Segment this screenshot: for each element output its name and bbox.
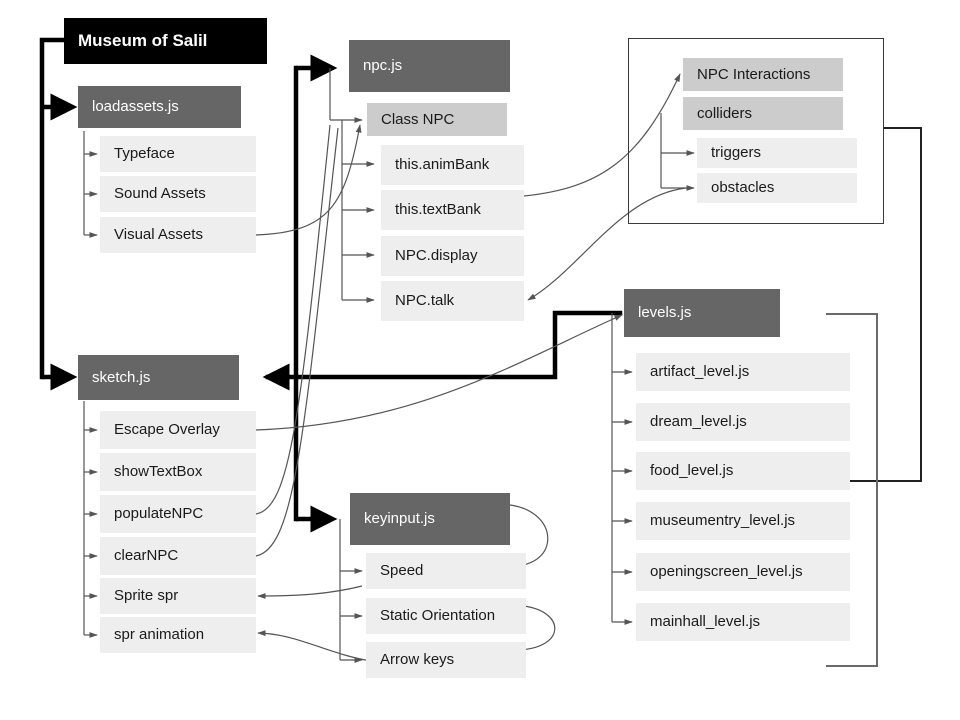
leaf-triggers-label: triggers (711, 144, 762, 162)
leaf-artifact-level-label: artifact_level.js (650, 363, 750, 381)
leaf-visual-assets-label: Visual Assets (114, 226, 203, 244)
leaf-openingscreen-level[interactable]: openingscreen_level.js (636, 553, 850, 591)
leaf-dream-level-label: dream_level.js (650, 413, 747, 431)
leaf-escape-overlay[interactable]: Escape Overlay (100, 411, 256, 449)
leaf-populatenpc[interactable]: populateNPC (100, 495, 256, 533)
leaf-npc-talk-label: NPC.talk (395, 292, 455, 310)
leaf-dream-level[interactable]: dream_level.js (636, 403, 850, 441)
leaf-sound-assets[interactable]: Sound Assets (100, 176, 256, 212)
leaf-static-orientation-label: Static Orientation (380, 607, 496, 625)
wire-loadassets-children (83, 131, 98, 238)
leaf-mainhall-level[interactable]: mainhall_level.js (636, 603, 850, 641)
leaf-artifact-level[interactable]: artifact_level.js (636, 353, 850, 391)
module-npc[interactable]: npc.js (349, 40, 510, 92)
leaf-food-level[interactable]: food_level.js (636, 452, 850, 490)
leaf-clearnpc-label: clearNPC (114, 547, 179, 565)
leaf-static-orientation[interactable]: Static Orientation (366, 598, 526, 634)
leaf-visual-assets[interactable]: Visual Assets (100, 217, 256, 253)
leaf-showtextbox[interactable]: showTextBox (100, 453, 256, 491)
module-levels[interactable]: levels.js (624, 289, 780, 337)
leaf-this-textbank[interactable]: this.textBank (381, 190, 524, 230)
leaf-escape-overlay-label: Escape Overlay (114, 421, 220, 439)
leaf-sprite-spr[interactable]: Sprite spr (100, 578, 256, 614)
submodule-npc-interactions[interactable]: NPC Interactions (683, 58, 843, 91)
leaf-obstacles-label: obstacles (711, 179, 775, 197)
submodule-colliders-label: colliders (697, 104, 753, 122)
leaf-museumentry-level-label: museumentry_level.js (650, 512, 796, 530)
leaf-showtextbox-label: showTextBox (114, 463, 203, 481)
diagram-canvas: Museum of Salil loadassets.js Typeface S… (0, 0, 960, 720)
leaf-triggers[interactable]: triggers (697, 138, 857, 168)
leaf-mainhall-level-label: mainhall_level.js (650, 613, 761, 631)
module-keyinput-label: keyinput.js (364, 510, 435, 528)
leaf-speed-label: Speed (380, 562, 424, 580)
leaf-spr-animation[interactable]: spr animation (100, 617, 256, 653)
submodule-class-npc[interactable]: Class NPC (367, 103, 507, 136)
module-keyinput[interactable]: keyinput.js (350, 493, 510, 545)
module-sketch-label: sketch.js (92, 368, 151, 386)
leaf-sound-assets-label: Sound Assets (114, 185, 206, 203)
wire-root-trunk (39, 37, 67, 380)
module-levels-label: levels.js (638, 304, 692, 322)
module-loadassets[interactable]: loadassets.js (78, 86, 241, 128)
leaf-populatenpc-label: populateNPC (114, 505, 204, 523)
leaf-food-level-label: food_level.js (650, 462, 734, 480)
submodule-npc-interactions-label: NPC Interactions (697, 65, 811, 83)
leaf-arrow-keys[interactable]: Arrow keys (366, 642, 526, 678)
leaf-museumentry-level[interactable]: museumentry_level.js (636, 502, 850, 540)
leaf-speed[interactable]: Speed (366, 553, 526, 589)
leaf-npc-display[interactable]: NPC.display (381, 236, 524, 276)
wire-levels-children (611, 313, 633, 625)
leaf-obstacles[interactable]: obstacles (697, 173, 857, 203)
module-loadassets-label: loadassets.js (92, 98, 179, 116)
leaf-this-animbank-label: this.animBank (395, 156, 490, 174)
leaf-this-textbank-label: this.textBank (395, 201, 481, 219)
leaf-arrow-keys-label: Arrow keys (380, 651, 455, 669)
root-node-label: Museum of Salil (78, 31, 208, 51)
leaf-typeface[interactable]: Typeface (100, 136, 256, 172)
module-sketch[interactable]: sketch.js (78, 355, 239, 400)
leaf-npc-display-label: NPC.display (395, 247, 478, 265)
leaf-typeface-label: Typeface (114, 145, 175, 163)
wire-levels-to-sketch (262, 310, 623, 391)
wire-speed-to-spritespr (257, 585, 363, 599)
leaf-this-animbank[interactable]: this.animBank (381, 145, 524, 185)
leaf-sprite-spr-label: Sprite spr (114, 587, 179, 605)
module-npc-label: npc.js (363, 57, 403, 75)
wire-arrowkeys-to-spranimation (257, 630, 379, 663)
root-node-museum-of-salil[interactable]: Museum of Salil (64, 18, 267, 64)
submodule-colliders[interactable]: colliders (683, 97, 843, 130)
wire-visualassets-to-classnpc (255, 124, 362, 236)
leaf-openingscreen-level-label: openingscreen_level.js (650, 563, 803, 581)
submodule-class-npc-label: Class NPC (381, 110, 455, 128)
leaf-spr-animation-label: spr animation (114, 626, 205, 644)
leaf-npc-talk[interactable]: NPC.talk (381, 281, 524, 321)
leaf-clearnpc[interactable]: clearNPC (100, 537, 256, 575)
wire-sketch-children (83, 401, 98, 638)
